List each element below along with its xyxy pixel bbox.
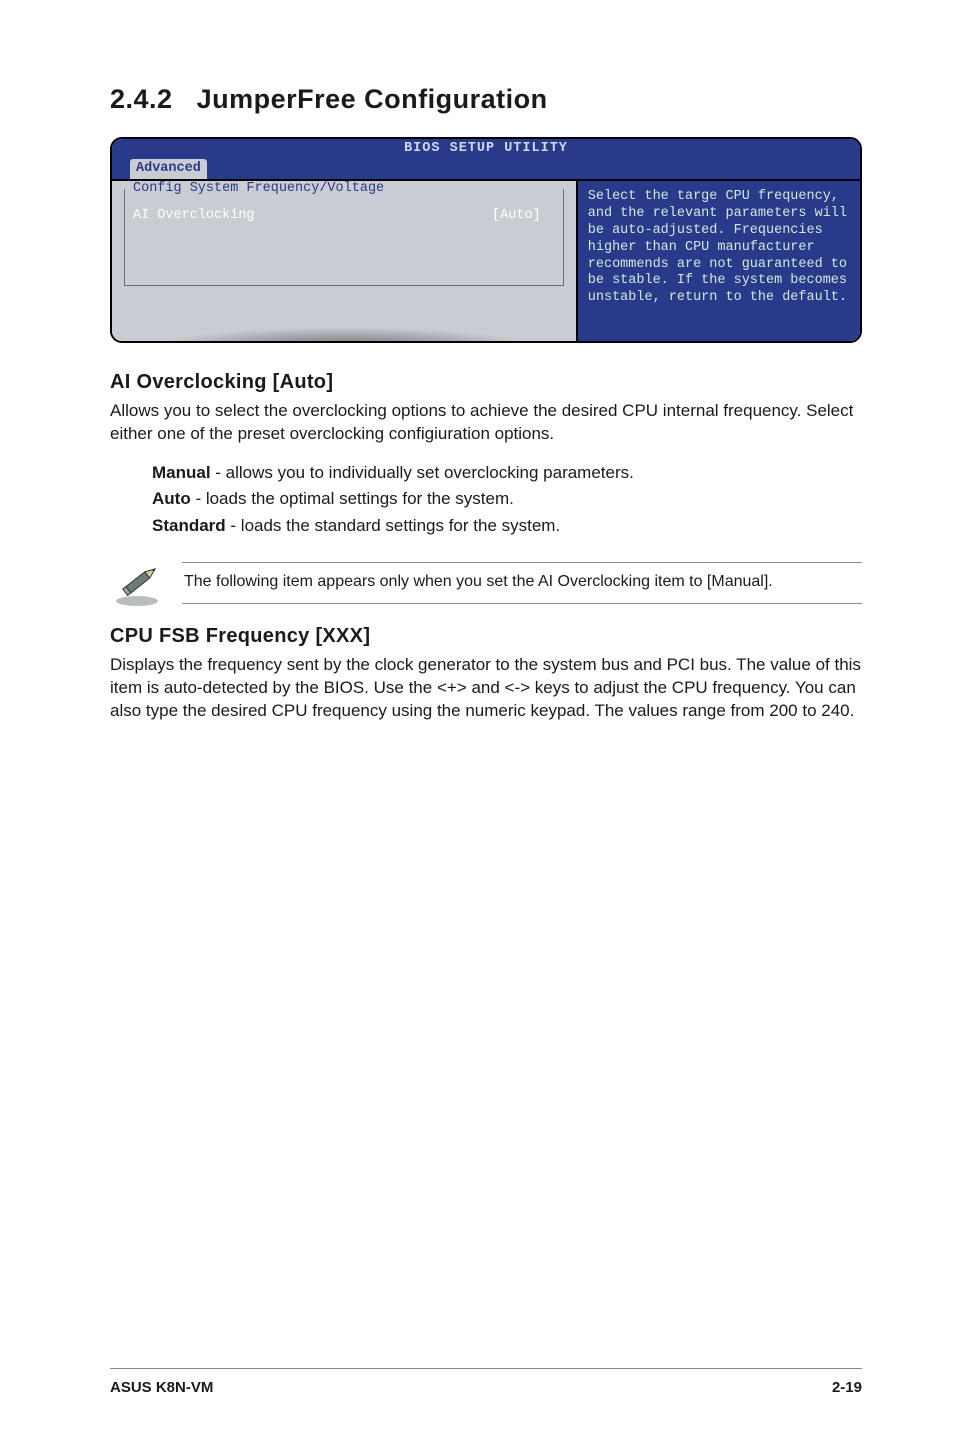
option-auto: Auto - loads the optimal settings for th… bbox=[152, 486, 862, 512]
ai-overclocking-options: Manual - allows you to individually set … bbox=[152, 460, 862, 539]
ai-overclocking-body: Allows you to select the overclocking op… bbox=[110, 400, 862, 446]
note-box: The following item appears only when you… bbox=[110, 559, 862, 607]
bios-group-label: Config System Frequency/Voltage bbox=[125, 181, 563, 198]
bios-tab-advanced: Advanced bbox=[130, 159, 207, 179]
footer-model: ASUS K8N-VM bbox=[110, 1379, 213, 1396]
pencil-icon bbox=[110, 559, 164, 607]
bios-help-text: Select the targe CPU frequency, and the … bbox=[588, 189, 850, 307]
cpu-fsb-heading: CPU FSB Frequency [XXX] bbox=[110, 625, 862, 648]
section-heading: 2.4.2 JumperFree Configuration bbox=[110, 84, 862, 115]
footer-page-number: 2-19 bbox=[832, 1379, 862, 1396]
bios-body: Config System Frequency/Voltage AI Overc… bbox=[112, 181, 860, 341]
bios-header: BIOS SETUP UTILITY Advanced bbox=[112, 139, 860, 181]
option-manual: Manual - allows you to individually set … bbox=[152, 460, 862, 486]
section-title: JumperFree Configuration bbox=[197, 84, 548, 114]
option-desc: - loads the optimal settings for the sys… bbox=[191, 489, 514, 508]
bios-help-pane: Select the targe CPU frequency, and the … bbox=[576, 181, 860, 341]
option-desc: - allows you to individually set overclo… bbox=[211, 463, 634, 482]
bios-screenshot: BIOS SETUP UTILITY Advanced Config Syste… bbox=[110, 137, 862, 343]
option-standard: Standard - loads the standard settings f… bbox=[152, 513, 862, 539]
option-desc: - loads the standard settings for the sy… bbox=[226, 516, 561, 535]
option-name: Standard bbox=[152, 516, 226, 535]
note-text-wrap: The following item appears only when you… bbox=[182, 562, 862, 604]
option-name: Auto bbox=[152, 489, 191, 508]
cpu-fsb-body: Displays the frequency sent by the clock… bbox=[110, 654, 862, 723]
bios-row-value: [Auto] bbox=[492, 208, 555, 225]
bios-row-key: AI Overclocking bbox=[133, 208, 255, 225]
bios-left-pane: Config System Frequency/Voltage AI Overc… bbox=[112, 181, 576, 341]
note-text: The following item appears only when you… bbox=[184, 573, 773, 590]
option-name: Manual bbox=[152, 463, 211, 482]
section-number: 2.4.2 bbox=[110, 84, 173, 114]
bios-shadow bbox=[112, 315, 576, 341]
ai-overclocking-heading: AI Overclocking [Auto] bbox=[110, 371, 862, 394]
bios-title: BIOS SETUP UTILITY bbox=[404, 141, 568, 158]
page-footer: ASUS K8N-VM 2-19 bbox=[110, 1368, 862, 1396]
bios-row-ai-overclocking: AI Overclocking [Auto] bbox=[125, 206, 563, 225]
